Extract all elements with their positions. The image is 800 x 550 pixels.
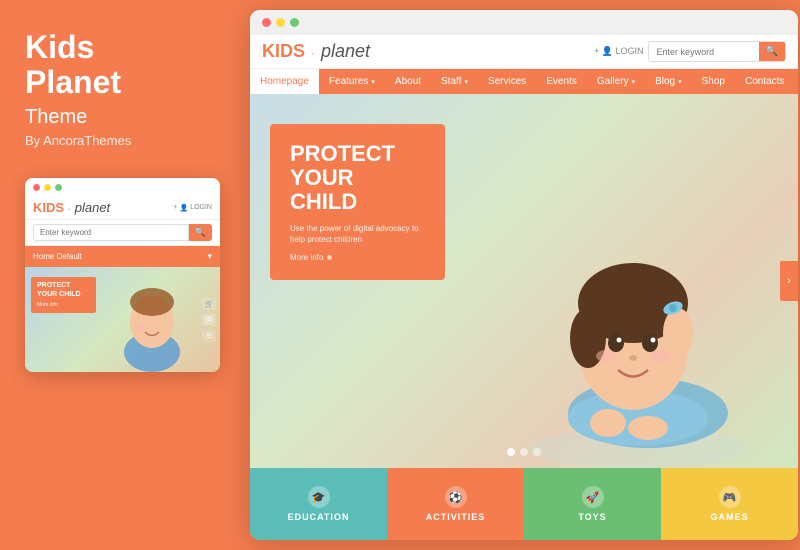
mobile-cart-icon[interactable]: 🛒 [202,298,216,310]
nav-item-homepage[interactable]: Homepage [250,69,319,94]
mobile-search-bar: 🔍 [25,220,220,246]
nav-item-gallery[interactable]: Gallery ▾ [587,69,645,94]
mobile-hero-more[interactable]: More info [37,302,90,308]
mobile-login: +👤LOGIN [173,204,212,212]
mobile-nav-label: Home Default [33,252,82,261]
hero-dot-1[interactable] [507,448,515,456]
mobile-hero-overlay: PROTECT YOUR CHILD More info [31,277,96,313]
hero-dot-2[interactable] [520,448,528,456]
blog-chevron-icon: ▾ [678,78,682,86]
desktop-hero-overlay: PROTECT YOURCHILD Use the power of digit… [270,124,445,280]
desktop-dot-green [290,18,299,27]
desktop-hero-title: PROTECT YOURCHILD [290,142,425,215]
gallery-chevron-icon: ▾ [632,78,636,86]
desktop-hero: PROTECT YOURCHILD Use the power of digit… [250,94,798,468]
mobile-hero-title: PROTECT YOUR CHILD [37,282,90,299]
app-title: KidsPlanet [25,30,121,100]
education-icon: 🎓 [308,486,330,508]
nav-item-features[interactable]: Features ▾ [319,69,385,94]
mobile-dot-yellow [44,184,51,191]
hero-next-arrow[interactable]: › [780,261,798,301]
desktop-nav: Homepage Features ▾ About Staff ▾ Servic… [250,69,798,94]
mobile-logo-planet: planet [75,200,110,215]
hero-slide-dots [507,448,541,456]
nav-item-about[interactable]: About [385,69,431,94]
education-label: EDUCATION [288,512,350,522]
mobile-logo: KIDS · planet [33,200,110,215]
mobile-logo-bar: KIDS · planet +👤LOGIN [25,195,220,220]
staff-chevron-icon: ▾ [464,78,468,86]
desktop-logo-kids: KIDS [262,41,305,62]
activities-icon: ⚽ [445,486,467,508]
mobile-logo-kids: KIDS [33,200,64,215]
toys-icon: 🚀 [582,486,604,508]
desktop-search-icon[interactable]: 🔍 [759,42,785,61]
nav-item-shop[interactable]: Shop [692,69,735,94]
desktop-title-bar [250,10,798,35]
desktop-hero-more[interactable]: More info [290,253,425,262]
mobile-image-icon[interactable]: 🖼 [202,314,216,326]
desktop-logo: KIDS · planet [262,41,370,62]
desktop-search-box: 🔍 [648,41,786,62]
desktop-hero-desc: Use the power of digital advocacy to hel… [290,223,425,245]
desktop-logo-planet: planet [321,41,370,62]
mobile-mockup: KIDS · planet +👤LOGIN 🔍 Home Default ▾ P… [25,178,220,372]
mobile-search-input[interactable] [33,224,189,241]
desktop-mockup: KIDS · planet + 👤 LOGIN 🔍 Homepage Featu… [250,10,798,540]
nav-item-staff[interactable]: Staff ▾ [431,69,478,94]
desktop-dot-yellow [276,18,285,27]
nav-item-contacts[interactable]: Contacts [735,69,794,94]
nav-item-blog[interactable]: Blog ▾ [645,69,692,94]
toys-label: TOYS [578,512,606,522]
desktop-login-text: + 👤 LOGIN [594,46,643,57]
mobile-dot-green [55,184,62,191]
desktop-search-area: + 👤 LOGIN 🔍 [594,41,786,62]
mobile-dot-red [33,184,40,191]
hero-child-illustration [508,228,768,468]
desktop-cards: 🎓 EDUCATION ⚽ ACTIVITIES 🚀 TOYS 🎮 GAMES [250,468,798,540]
card-games[interactable]: 🎮 GAMES [661,468,798,540]
app-subtitle: Theme [25,106,87,129]
card-activities[interactable]: ⚽ ACTIVITIES [387,468,524,540]
mobile-hero: PROTECT YOUR CHILD More info 🛒 🖼 ☰ [25,267,220,372]
card-toys[interactable]: 🚀 TOYS [524,468,661,540]
left-panel: KidsPlanet Theme By AncoraThemes KIDS · … [0,0,240,550]
desktop-search-input[interactable] [649,43,759,61]
nav-item-services[interactable]: Services [478,69,536,94]
nav-item-events[interactable]: Events [536,69,587,94]
mobile-logo-sep: · [68,205,71,214]
hero-dot-3[interactable] [533,448,541,456]
desktop-browser-bar: KIDS · planet + 👤 LOGIN 🔍 [250,35,798,69]
features-chevron-icon: ▾ [371,78,375,86]
mobile-search-button[interactable]: 🔍 [189,224,212,241]
hero-more-dot [327,255,332,260]
games-label: GAMES [710,512,748,522]
desktop-logo-sep: · [311,46,315,60]
mobile-nav-chevron-icon: ▾ [207,251,212,262]
mobile-hero-icons: 🛒 🖼 ☰ [202,267,216,372]
mobile-nav-bar[interactable]: Home Default ▾ [25,246,220,267]
card-education[interactable]: 🎓 EDUCATION [250,468,387,540]
mobile-title-bar [25,178,220,195]
mobile-menu-icon[interactable]: ☰ [202,330,216,342]
games-icon: 🎮 [719,486,741,508]
activities-label: ACTIVITIES [426,512,486,522]
app-byline: By AncoraThemes [25,133,131,148]
desktop-dot-red [262,18,271,27]
